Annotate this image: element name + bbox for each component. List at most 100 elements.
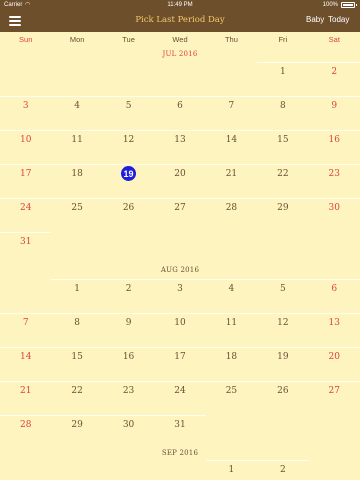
day-cell[interactable]: 21: [0, 381, 52, 415]
day-cell[interactable]: 28: [0, 415, 52, 449]
day-number: 19: [277, 352, 289, 362]
day-number: 1: [228, 465, 235, 475]
day-cell[interactable]: 6: [308, 279, 360, 313]
day-cell[interactable]: 13: [308, 313, 360, 347]
day-cell[interactable]: 25: [51, 198, 103, 232]
day-cell[interactable]: 30: [102, 415, 155, 449]
battery-percent: 100%: [322, 2, 338, 8]
day-cell[interactable]: 1: [51, 279, 103, 313]
today-button[interactable]: Today: [328, 15, 349, 24]
day-number: 2: [125, 284, 132, 294]
day-number: 4: [228, 284, 235, 294]
day-cell[interactable]: 22: [51, 381, 103, 415]
day-cell[interactable]: 19: [257, 347, 309, 381]
day-number: 8: [279, 101, 286, 111]
day-cell[interactable]: 29: [51, 415, 103, 449]
day-number: 20: [328, 352, 340, 362]
day-number: 15: [71, 352, 83, 362]
day-cell[interactable]: 13: [154, 130, 206, 164]
day-cell[interactable]: 31: [154, 415, 206, 449]
weekday-tue: Tue: [122, 35, 135, 44]
day-number: 29: [71, 420, 83, 430]
battery-icon: [341, 2, 357, 8]
day-cell[interactable]: 12: [102, 130, 155, 164]
day-cell[interactable]: 25: [205, 381, 258, 415]
baby-button[interactable]: Baby: [306, 15, 324, 24]
day-cell[interactable]: 18: [205, 347, 258, 381]
day-number: 1: [74, 284, 80, 294]
weekday-mon: Mon: [69, 35, 85, 44]
day-number: 15: [277, 135, 289, 145]
day-cell[interactable]: 5: [102, 96, 155, 130]
day-number: 21: [19, 386, 32, 396]
day-cell[interactable]: 20: [308, 347, 360, 381]
day-cell[interactable]: 12: [257, 313, 309, 347]
day-cell[interactable]: 7: [0, 313, 52, 347]
day-number: 11: [71, 135, 83, 145]
day-number: 20: [174, 169, 186, 179]
day-cell[interactable]: 2: [102, 279, 155, 313]
day-cell[interactable]: 10: [0, 130, 52, 164]
day-number: 17: [174, 352, 186, 362]
day-number: 17: [19, 169, 32, 179]
day-cell[interactable]: 20: [154, 164, 206, 198]
day-cell[interactable]: 16: [308, 130, 360, 164]
day-cell[interactable]: 17: [0, 164, 52, 198]
day-cell[interactable]: 1: [257, 62, 309, 96]
day-number: 3: [177, 284, 183, 294]
day-number: 9: [331, 101, 338, 111]
day-number: 12: [122, 135, 135, 145]
day-cell[interactable]: 9: [308, 96, 360, 130]
day-cell[interactable]: 4: [205, 279, 258, 313]
day-cell[interactable]: 24: [0, 198, 52, 232]
day-cell[interactable]: 15: [51, 347, 103, 381]
day-number: 13: [328, 318, 340, 328]
day-number: 24: [174, 386, 186, 396]
day-cell[interactable]: 5: [257, 279, 309, 313]
day-cell[interactable]: 23: [102, 381, 155, 415]
day-cell[interactable]: 11: [51, 130, 103, 164]
day-cell[interactable]: 16: [102, 347, 155, 381]
day-cell[interactable]: 15: [257, 130, 309, 164]
day-cell[interactable]: 14: [0, 347, 52, 381]
day-cell[interactable]: 26: [102, 198, 155, 232]
day-cell[interactable]: 1: [205, 460, 258, 480]
day-cell[interactable]: 3: [0, 96, 52, 130]
day-cell[interactable]: 11: [205, 313, 258, 347]
day-number: 10: [19, 135, 32, 145]
day-cell[interactable]: 27: [308, 381, 360, 415]
day-cell[interactable]: 7: [205, 96, 258, 130]
day-cell[interactable]: 17: [154, 347, 206, 381]
day-number: 26: [277, 386, 289, 396]
day-cell[interactable]: 26: [257, 381, 309, 415]
day-cell[interactable]: 31: [0, 232, 52, 266]
day-number: 7: [22, 318, 29, 328]
day-cell[interactable]: 27: [154, 198, 206, 232]
day-cell[interactable]: 9: [102, 313, 155, 347]
day-number: 27: [174, 203, 186, 213]
day-number: 31: [174, 420, 186, 430]
day-number: 16: [122, 352, 135, 362]
day-number: 14: [19, 352, 32, 362]
day-cell[interactable]: 19: [102, 164, 155, 198]
day-cell[interactable]: 2: [257, 460, 309, 480]
day-cell[interactable]: 14: [205, 130, 258, 164]
weekday-thu: Thu: [224, 35, 238, 44]
day-cell[interactable]: 4: [51, 96, 103, 130]
day-cell[interactable]: 29: [257, 198, 309, 232]
day-cell[interactable]: 6: [154, 96, 206, 130]
day-cell[interactable]: 18: [51, 164, 103, 198]
day-cell[interactable]: 10: [154, 313, 206, 347]
day-cell[interactable]: 3: [154, 279, 206, 313]
day-cell[interactable]: 22: [257, 164, 309, 198]
day-cell[interactable]: 2: [308, 62, 360, 96]
day-number: 22: [277, 169, 289, 179]
day-cell[interactable]: 23: [308, 164, 360, 198]
day-cell[interactable]: 30: [308, 198, 360, 232]
weekday-sun: Sun: [19, 35, 33, 44]
day-cell[interactable]: 28: [205, 198, 258, 232]
day-cell[interactable]: 21: [205, 164, 258, 198]
day-cell[interactable]: 8: [51, 313, 103, 347]
day-cell[interactable]: 24: [154, 381, 206, 415]
day-cell[interactable]: 8: [257, 96, 309, 130]
